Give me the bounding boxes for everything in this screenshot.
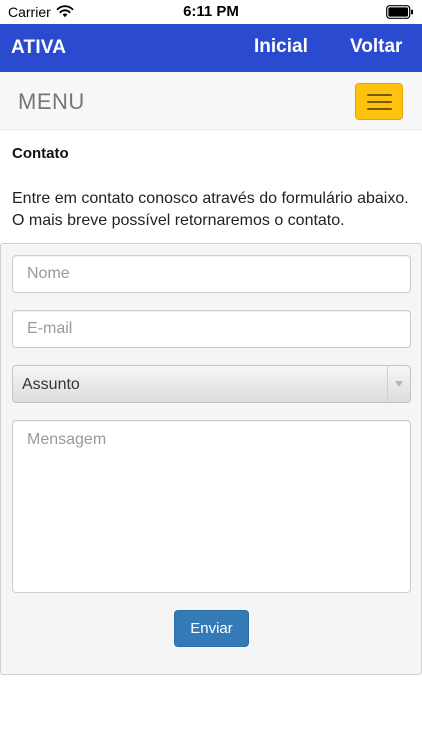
- app-header: ATIVA Inicial Voltar: [0, 24, 422, 72]
- name-field[interactable]: [12, 255, 411, 293]
- status-time: 6:11 PM: [183, 3, 239, 20]
- battery-icon: [386, 5, 413, 19]
- intro-text: Entre em contato conosco através do form…: [12, 190, 409, 229]
- subject-select-value: Assunto: [22, 376, 80, 393]
- nav-link-voltar[interactable]: Voltar: [350, 36, 402, 58]
- nav-link-inicial[interactable]: Inicial: [254, 36, 308, 58]
- page-title: Contato: [12, 145, 69, 162]
- contact-form: Assunto Enviar: [0, 243, 422, 675]
- status-bar: Carrier 6:11 PM: [0, 0, 422, 24]
- chevron-down-icon: [395, 381, 403, 387]
- email-field[interactable]: [12, 310, 411, 348]
- submit-button[interactable]: Enviar: [174, 610, 249, 647]
- menu-label: MENU: [18, 89, 85, 114]
- menu-bar: MENU: [0, 72, 422, 130]
- brand-logo[interactable]: ATIVA: [11, 37, 66, 59]
- select-arrow: [387, 366, 410, 402]
- menu-toggle-button[interactable]: [355, 83, 403, 120]
- subject-select[interactable]: Assunto: [12, 365, 411, 403]
- message-field[interactable]: [12, 420, 411, 593]
